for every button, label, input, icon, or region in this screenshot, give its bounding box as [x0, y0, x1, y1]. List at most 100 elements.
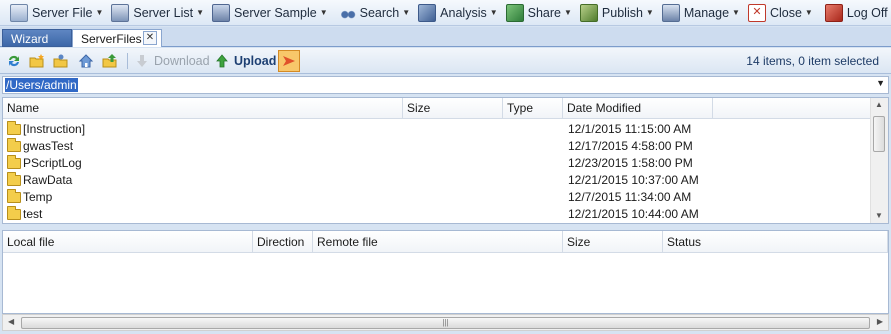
- menu-close-label: Close: [769, 5, 802, 20]
- folder-icon: [7, 155, 21, 169]
- upload-arrow-icon: [214, 53, 230, 69]
- file-name: Temp: [23, 190, 53, 204]
- file-name: gwasTest: [23, 139, 74, 153]
- item-count-status: 14 items, 0 item selected: [746, 54, 879, 68]
- scroll-right-icon[interactable]: ▶: [877, 317, 883, 326]
- column-header-remote-file[interactable]: Remote file: [313, 231, 563, 253]
- menu-share[interactable]: Share ▼: [502, 2, 576, 24]
- menu-server-list-label: Server List: [133, 5, 194, 20]
- toolbar-separator: [127, 53, 128, 69]
- menu-server-file-label: Server File: [32, 5, 93, 20]
- chevron-down-icon: ▼: [402, 8, 411, 17]
- main-menu-bar: Server File ▼ Server List ▼ Server Sampl…: [0, 0, 891, 26]
- chevron-down-icon: ▼: [645, 8, 654, 17]
- file-toolbar: Download Upload 14 items, 0 item selecte…: [0, 48, 891, 74]
- column-header-local-file[interactable]: Local file: [3, 231, 253, 253]
- document-tab-strip: Wizard ServerFiles ✕: [0, 27, 891, 47]
- menu-analysis-label: Analysis: [440, 5, 487, 20]
- home-button[interactable]: [78, 52, 94, 70]
- file-date-modified: 12/23/2015 1:58:00 PM: [568, 156, 693, 170]
- column-header-type[interactable]: Type: [503, 98, 563, 119]
- menu-manage[interactable]: Manage ▼: [658, 2, 744, 24]
- user-folder-icon: [53, 53, 69, 69]
- download-arrow-icon: [134, 53, 150, 69]
- chevron-down-icon: ▼: [95, 8, 104, 17]
- download-label: Download: [154, 54, 210, 68]
- column-header-date-modified[interactable]: Date Modified: [563, 98, 713, 119]
- transfer-toggle-button[interactable]: [278, 50, 300, 72]
- new-folder-button[interactable]: [29, 52, 45, 70]
- log-off-icon: [824, 3, 843, 22]
- menu-publish-label: Publish: [601, 5, 643, 20]
- scroll-left-icon[interactable]: ◀: [8, 317, 14, 326]
- close-window-icon: ✕: [747, 3, 766, 22]
- menu-server-sample[interactable]: Server Sample ▼: [208, 2, 332, 24]
- menu-log-off-label: Log Off: [846, 5, 888, 20]
- new-folder-icon: [29, 53, 45, 69]
- folder-icon: [7, 121, 21, 135]
- binoculars-icon: [339, 4, 356, 21]
- column-header-direction[interactable]: Direction: [253, 231, 313, 253]
- transfer-queue-list[interactable]: Local file Direction Remote file Size St…: [2, 230, 889, 314]
- horizontal-scrollbar[interactable]: ◀ ||| ▶: [2, 314, 889, 331]
- path-input[interactable]: /Users/admin: [5, 78, 78, 92]
- file-name: PScriptLog: [23, 156, 82, 170]
- file-date-modified: 12/17/2015 4:58:00 PM: [568, 139, 693, 153]
- file-name: [Instruction]: [23, 122, 86, 136]
- tab-close-icon[interactable]: ✕: [143, 31, 157, 45]
- scroll-up-icon[interactable]: ▲: [875, 100, 883, 109]
- tab-wizard[interactable]: Wizard: [2, 29, 72, 47]
- scroll-down-icon[interactable]: ▼: [875, 211, 883, 220]
- chevron-down-icon[interactable]: ▼: [876, 78, 885, 88]
- file-row[interactable]: [Instruction] 12/1/2015 11:15:00 AM: [3, 121, 871, 138]
- menu-analysis[interactable]: Analysis ▼: [414, 2, 501, 24]
- menu-search[interactable]: Search ▼: [336, 2, 415, 24]
- parent-folder-button[interactable]: [102, 52, 118, 70]
- column-header-transfer-size[interactable]: Size: [563, 231, 663, 253]
- folder-icon: [7, 206, 21, 220]
- download-button[interactable]: Download: [134, 52, 210, 70]
- file-date-modified: 12/21/2015 10:44:00 AM: [568, 207, 699, 221]
- menu-publish[interactable]: Publish ▼: [576, 2, 658, 24]
- user-folder-button[interactable]: [53, 52, 69, 70]
- remote-file-list[interactable]: Name Size Type Date Modified [Instructio…: [2, 97, 889, 224]
- refresh-button[interactable]: [6, 52, 22, 70]
- menu-manage-label: Manage: [683, 5, 730, 20]
- menu-close[interactable]: ✕ Close ▼: [744, 2, 817, 24]
- column-header-name[interactable]: Name: [3, 98, 403, 119]
- chevron-down-icon: ▼: [804, 8, 813, 17]
- column-header-size[interactable]: Size: [403, 98, 503, 119]
- file-row[interactable]: RawData 12/21/2015 10:37:00 AM: [3, 172, 871, 189]
- chevron-down-icon: ▼: [732, 8, 740, 17]
- folder-icon: [7, 189, 21, 203]
- menu-server-file[interactable]: Server File ▼: [6, 2, 107, 24]
- scrollbar-thumb[interactable]: [873, 116, 885, 152]
- chevron-down-icon: ▼: [196, 8, 205, 17]
- column-header-status[interactable]: Status: [663, 231, 888, 253]
- folder-up-icon: [102, 53, 118, 69]
- menu-share-label: Share: [527, 5, 561, 20]
- folder-icon: [7, 172, 21, 186]
- server-list-icon: [111, 3, 130, 22]
- file-row[interactable]: test 12/21/2015 10:44:00 AM: [3, 206, 871, 223]
- file-date-modified: 12/1/2015 11:15:00 AM: [568, 122, 692, 136]
- file-row[interactable]: gwasTest 12/17/2015 4:58:00 PM: [3, 138, 871, 155]
- menu-log-off[interactable]: Log Off: [821, 2, 891, 24]
- analysis-icon: [418, 3, 437, 22]
- tab-serverfiles-label: ServerFiles: [81, 32, 142, 46]
- home-icon: [78, 53, 94, 69]
- menu-search-label: Search: [359, 5, 400, 20]
- column-header-filler: [713, 98, 873, 119]
- path-combobox[interactable]: /Users/admin ▼: [2, 76, 889, 94]
- file-row[interactable]: Temp 12/7/2015 11:34:00 AM: [3, 189, 871, 206]
- file-date-modified: 12/7/2015 11:34:00 AM: [568, 190, 692, 204]
- folder-icon: [7, 138, 21, 152]
- menu-server-list[interactable]: Server List ▼: [107, 2, 208, 24]
- refresh-icon: [6, 53, 22, 69]
- transfer-icon: [281, 53, 297, 69]
- vertical-scrollbar[interactable]: ▲ ▼: [870, 98, 888, 223]
- file-row[interactable]: PScriptLog 12/23/2015 1:58:00 PM: [3, 155, 871, 172]
- upload-button[interactable]: Upload: [214, 52, 276, 70]
- upload-label: Upload: [234, 54, 277, 68]
- scrollbar-thumb[interactable]: |||: [21, 317, 870, 329]
